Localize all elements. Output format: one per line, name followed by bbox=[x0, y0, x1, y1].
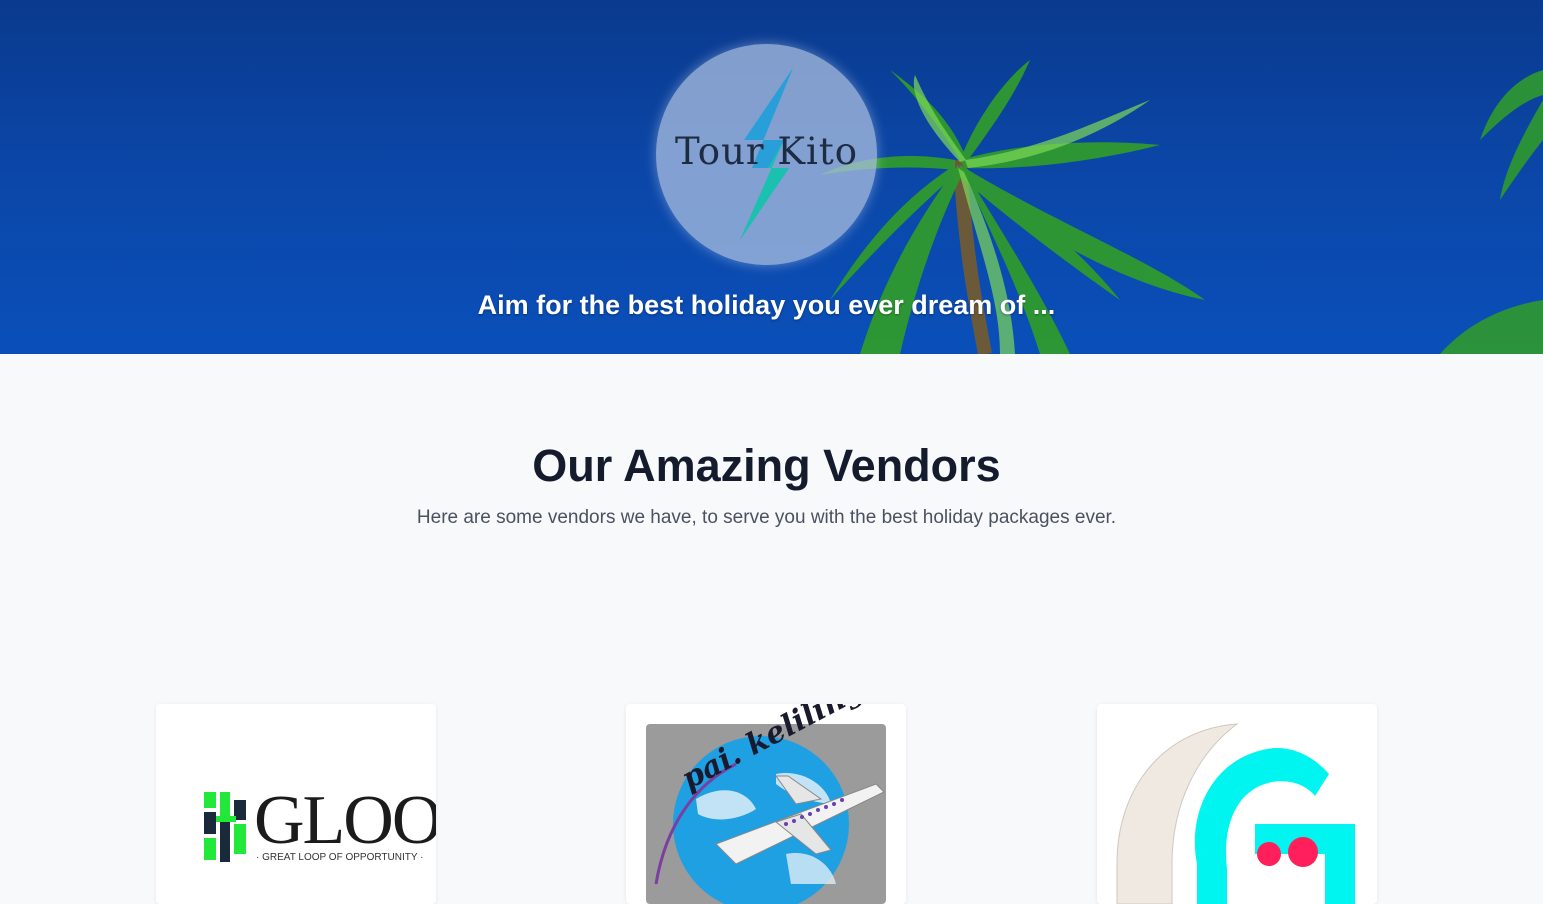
vendor-card-g-logo[interactable] bbox=[1097, 704, 1377, 904]
hero-banner: Tour Kito Aim for the best holiday you e… bbox=[0, 0, 1543, 354]
hero-tagline: Aim for the best holiday you ever dream … bbox=[477, 290, 1056, 320]
vendor-card-pai-keliling[interactable]: pai. keliling bbox=[626, 704, 906, 904]
section-title: Our Amazing Vendors bbox=[532, 440, 1001, 491]
tour-kito-logo[interactable]: Tour Kito bbox=[656, 44, 877, 265]
vendor-logo-text: GLOO bbox=[254, 782, 436, 859]
logo-text: Tour Kito bbox=[675, 130, 858, 173]
g-logo-icon bbox=[1116, 723, 1355, 904]
section-subtitle: Here are some vendors we have, to serve … bbox=[416, 507, 1117, 528]
vendor-logo-subtext: · GREAT LOOP OF OPPORTUNITY · bbox=[256, 852, 424, 863]
vendor-card-gloo[interactable]: GLOO · GREAT LOOP OF OPPORTUNITY · bbox=[156, 704, 436, 904]
